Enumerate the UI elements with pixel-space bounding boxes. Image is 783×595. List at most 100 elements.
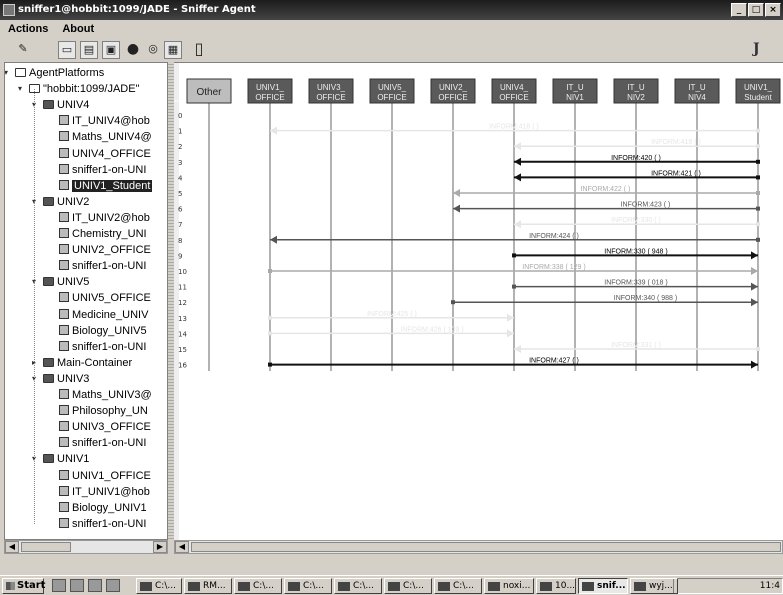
message-label: INFORM:419 ( ) xyxy=(651,139,701,146)
tree-node-label: UNIV2 xyxy=(57,195,90,208)
tree-agent[interactable]: sniffer1-on-UNI xyxy=(59,162,146,178)
agent-tree[interactable]: AgentPlatforms ▾ "hobbit:1099/JADE" ▾ UNIV4 ▾… xyxy=(4,62,168,540)
taskbar-button[interactable]: C:\... xyxy=(384,578,432,594)
tree-agent[interactable]: Maths_UNIV4@ xyxy=(59,129,152,145)
quicklaunch-desktop-icon[interactable] xyxy=(52,579,66,592)
start-button[interactable]: Start xyxy=(2,578,45,594)
message-origin-dot xyxy=(268,315,272,320)
tree-agent[interactable]: sniffer1-on-UNI xyxy=(59,258,146,274)
tree-container[interactable]: UNIV1 xyxy=(43,451,89,467)
tree-container[interactable]: UNIV3 xyxy=(43,371,89,387)
exit-door-icon[interactable]: ▯ xyxy=(190,41,208,59)
row-number: 6 xyxy=(178,206,183,214)
tree-node-label: UNIV1_Student xyxy=(72,179,153,192)
tree-horizontal-scrollbar[interactable]: ◀ ▶ xyxy=(4,540,168,554)
quicklaunch-explorer-icon[interactable] xyxy=(70,579,84,592)
filter-icon[interactable]: ◎ xyxy=(144,41,162,59)
tree-agent[interactable]: UNIV2_OFFICE xyxy=(59,242,151,258)
task-app-icon xyxy=(188,582,200,591)
maximize-button[interactable]: □ xyxy=(748,3,764,17)
tree-agent[interactable]: Medicine_UNIV xyxy=(59,307,148,323)
tree-agent[interactable]: Maths_UNIV3@ xyxy=(59,387,152,403)
tree-agent[interactable]: UNIV1_OFFICE xyxy=(59,468,151,484)
tree-agent[interactable]: IT_UNIV2@hob xyxy=(59,210,150,226)
tree-container[interactable]: UNIV2 xyxy=(43,194,89,210)
tree-agent[interactable]: UNIV5_OFFICE xyxy=(59,290,151,306)
agent-icon xyxy=(59,244,69,255)
task-app-icon xyxy=(488,582,500,591)
quicklaunch-media-icon[interactable] xyxy=(106,579,120,592)
tree-node-label: Maths_UNIV4@ xyxy=(72,131,152,144)
tree-agent[interactable]: IT_UNIV4@hob xyxy=(59,113,150,129)
message-origin-dot xyxy=(756,128,760,133)
agent-icon xyxy=(59,211,69,222)
tree-agent[interactable]: sniffer1-on-UNI xyxy=(59,339,146,355)
taskbar-button[interactable]: C:\... xyxy=(234,578,282,594)
display-icon[interactable]: ▦ xyxy=(164,41,182,59)
scroll-left-icon[interactable]: ◀ xyxy=(5,541,19,553)
agent-header-label: UNIV3_ xyxy=(317,83,346,92)
clear-icon[interactable]: ✎ xyxy=(14,41,32,59)
tree-node-label: Philosophy_UN xyxy=(72,405,148,418)
taskbar-button[interactable]: wyj... xyxy=(630,578,678,594)
tree-agent[interactable]: Biology_UNIV5 xyxy=(59,323,147,339)
message-origin-dot xyxy=(756,222,760,227)
scroll-right-icon[interactable]: ▶ xyxy=(153,541,167,553)
arrowhead-icon xyxy=(751,267,758,275)
scroll-left-icon[interactable]: ◀ xyxy=(175,541,189,553)
quicklaunch-ie-icon[interactable] xyxy=(88,579,102,592)
agent-icon xyxy=(59,340,69,351)
message-label: INFORM:331 ( ) xyxy=(611,342,661,349)
message-label: INFORM:422 ( ) xyxy=(581,186,631,193)
tree-node-label: sniffer1-on-UNI xyxy=(72,163,147,176)
save-as-icon[interactable]: ▤ xyxy=(80,41,98,59)
tree-container[interactable]: UNIV4 xyxy=(43,97,89,113)
taskbar-button[interactable]: C:\... xyxy=(136,578,182,594)
expand-toggle-icon[interactable]: ▾ xyxy=(18,84,22,93)
menu-actions[interactable]: Actions xyxy=(8,20,48,38)
agent-icon xyxy=(59,292,69,303)
taskbar-button[interactable]: RM... xyxy=(184,578,232,594)
row-number: 9 xyxy=(178,252,182,260)
tree-agent[interactable]: sniffer1-on-UNI xyxy=(59,435,146,451)
tree-node-label: AgentPlatforms xyxy=(29,67,105,79)
message-label: INFORM:330 ( 948 ) xyxy=(604,248,667,255)
tree-agent[interactable]: Chemistry_UNI xyxy=(59,226,147,242)
agent-icon xyxy=(59,131,69,142)
scroll-thumb[interactable] xyxy=(21,542,71,552)
system-tray: 11:4 xyxy=(673,578,783,594)
tree-agent[interactable]: Philosophy_UN xyxy=(59,403,148,419)
task-app-icon xyxy=(438,582,450,591)
tree-agent[interactable]: IT_UNIV1@hob xyxy=(59,484,150,500)
message-origin-dot xyxy=(756,144,760,149)
taskbar-button[interactable]: noxi... xyxy=(484,578,534,594)
diagram-horizontal-scrollbar[interactable]: ◀ xyxy=(174,540,783,554)
tree-container[interactable]: UNIV5 xyxy=(43,274,89,290)
scroll-thumb[interactable] xyxy=(191,542,781,552)
menu-about[interactable]: About xyxy=(62,20,94,38)
agent-header-label: NIV4 xyxy=(688,93,706,102)
taskbar-button-label: noxi... xyxy=(503,581,531,591)
agent-header-label: OFFICE xyxy=(438,93,467,102)
tree-root[interactable]: AgentPlatforms xyxy=(15,65,104,81)
tree-agent[interactable]: UNIV4_OFFICE xyxy=(59,146,151,162)
record-icon[interactable]: ● xyxy=(124,41,142,59)
tree-agent[interactable]: UNIV1_Student xyxy=(59,178,153,194)
close-button[interactable]: × xyxy=(765,3,781,17)
taskbar-button[interactable]: 10... xyxy=(536,578,576,594)
message-origin-dot xyxy=(451,300,455,305)
expand-toggle-icon[interactable]: ▾ xyxy=(5,68,8,77)
tree-agent[interactable]: UNIV3_OFFICE xyxy=(59,419,151,435)
taskbar-button[interactable]: C:\... xyxy=(434,578,482,594)
taskbar-button[interactable]: C:\... xyxy=(284,578,332,594)
save-icon[interactable]: ▣ xyxy=(102,41,120,59)
tree-platform[interactable]: "hobbit:1099/JADE" xyxy=(29,81,139,97)
taskbar-button[interactable]: snif... xyxy=(578,578,628,594)
taskbar-button[interactable]: C:\... xyxy=(334,578,382,594)
tree-agent[interactable]: sniffer1-on-UNI xyxy=(59,516,146,532)
tree-agent[interactable]: Biology_UNIV1 xyxy=(59,500,147,516)
open-icon[interactable]: ▭ xyxy=(58,41,76,59)
tree-container[interactable]: Main-Container xyxy=(43,355,132,371)
agent-header-label: IT_U xyxy=(688,83,706,92)
minimize-button[interactable]: _ xyxy=(731,3,747,17)
